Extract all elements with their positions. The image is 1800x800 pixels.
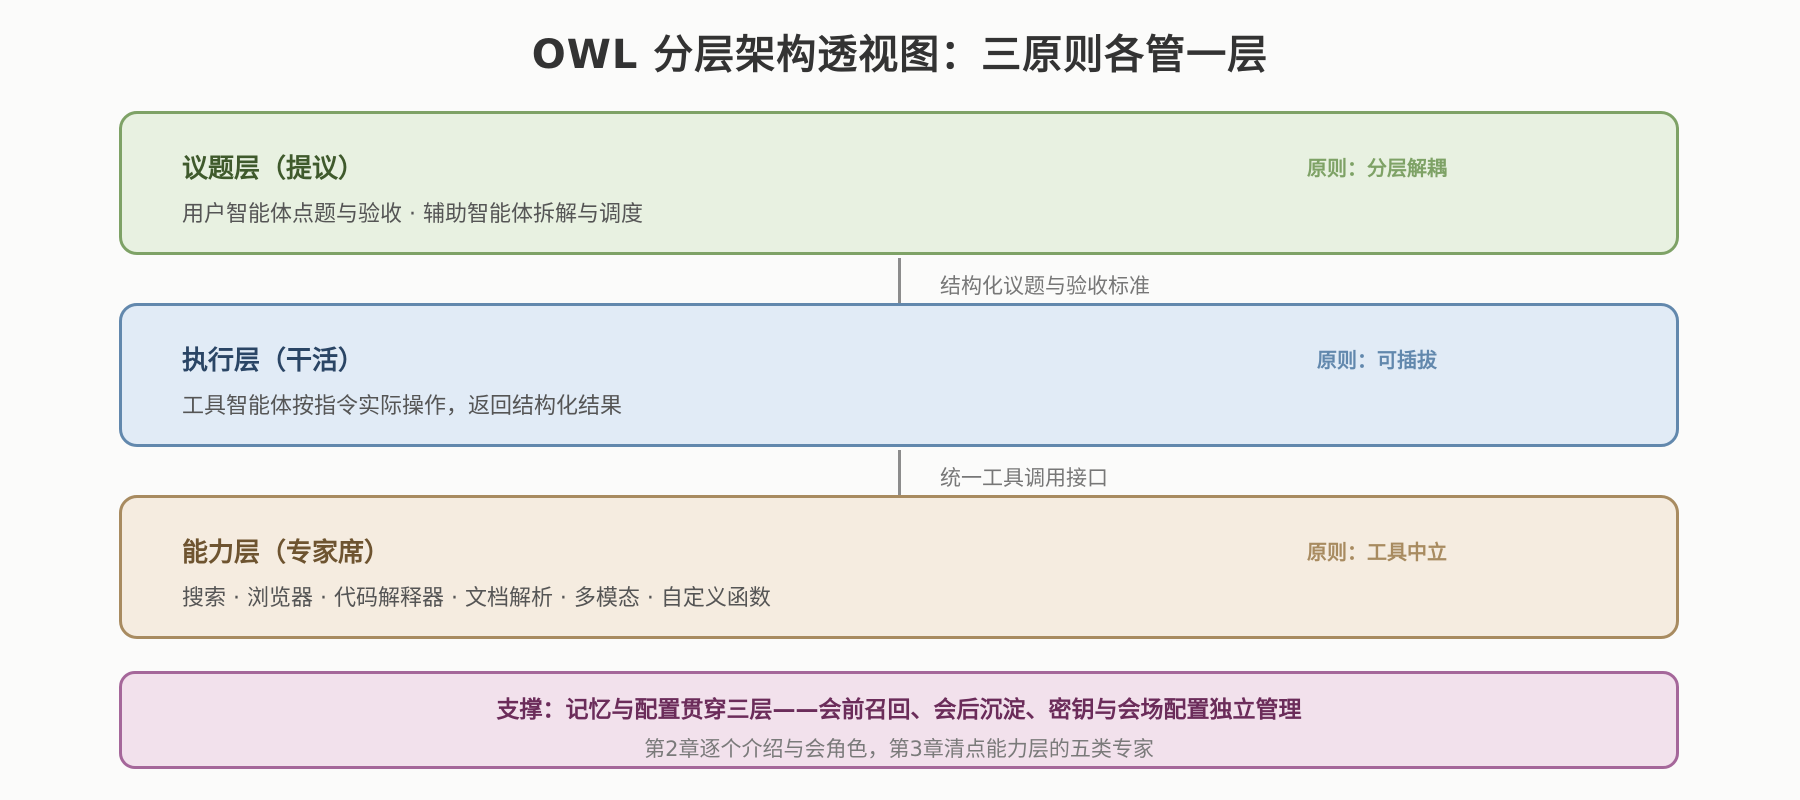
layer-description: 搜索 · 浏览器 · 代码解释器 · 文档解析 · 多模态 · 自定义函数 [182,586,771,611]
layer-principle: 原则：可插拔 [1317,348,1437,372]
connector-label: 统一工具调用接口 [940,466,1108,490]
support-box: 支撑：记忆与配置贯穿三层——会前召回、会后沉淀、密钥与会场配置独立管理 第2章逐… [119,671,1679,769]
connector-line [898,450,901,495]
layer-principle: 原则：工具中立 [1307,540,1447,564]
support-main-text: 支撑：记忆与配置贯穿三层——会前召回、会后沉淀、密钥与会场配置独立管理 [496,697,1302,723]
connector-label: 结构化议题与验收标准 [940,274,1150,298]
layer-box-agenda: 议题层（提议） 用户智能体点题与验收 · 辅助智能体拆解与调度 原则：分层解耦 [119,111,1679,255]
layer-box-execution: 执行层（干活） 工具智能体按指令实际操作，返回结构化结果 原则：可插拔 [119,303,1679,447]
layer-description: 工具智能体按指令实际操作，返回结构化结果 [182,394,623,419]
layer-name: 议题层（提议） [182,154,365,184]
support-sub-text: 第2章逐个介绍与会角色，第3章清点能力层的五类专家 [644,737,1154,761]
page-title: OWL 分层架构透视图：三原则各管一层 [531,32,1269,78]
layer-description: 用户智能体点题与验收 · 辅助智能体拆解与调度 [182,202,643,227]
layer-name: 执行层（干活） [182,346,365,376]
layer-name: 能力层（专家席） [182,538,391,568]
layer-principle: 原则：分层解耦 [1307,156,1447,180]
layer-box-capability: 能力层（专家席） 搜索 · 浏览器 · 代码解释器 · 文档解析 · 多模态 ·… [119,495,1679,639]
connector-line [898,258,901,303]
